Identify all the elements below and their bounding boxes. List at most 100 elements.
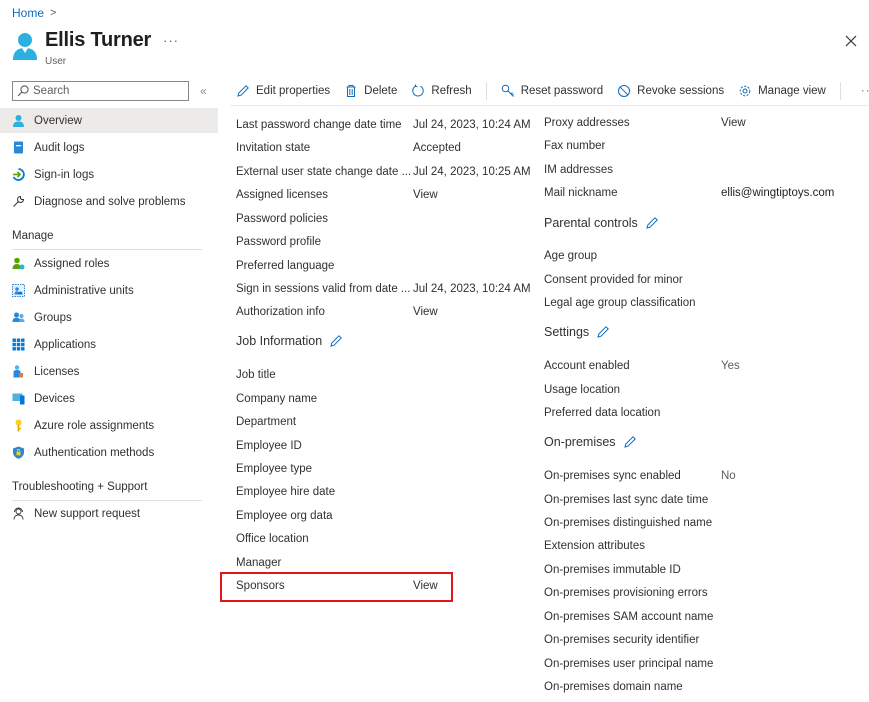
property-row: Mail nickname ellis@wingtiptoys.com: [544, 184, 834, 202]
revoke-sessions-button[interactable]: Revoke sessions: [617, 84, 724, 98]
search-icon: [17, 85, 29, 97]
refresh-button[interactable]: Refresh: [411, 84, 472, 98]
sidebar-item-administrative-units[interactable]: Administrative units: [0, 278, 218, 303]
breadcrumb-home-link[interactable]: Home: [12, 6, 44, 20]
manage-view-button[interactable]: Manage view: [738, 84, 826, 98]
sponsors-highlight-box: [220, 572, 453, 602]
breadcrumb: Home >: [12, 6, 56, 20]
sidebar-item-label: Azure role assignments: [34, 419, 155, 432]
sidebar-item-label: Audit logs: [34, 141, 85, 154]
key-icon: [501, 84, 514, 97]
section-on-premises: On-premises: [544, 435, 637, 449]
property-row: Assigned licenses View: [236, 186, 438, 204]
property-label: Invitation state: [236, 142, 311, 154]
sidebar-search[interactable]: [12, 81, 189, 101]
property-label: Extension attributes: [544, 540, 646, 552]
sidebar-item-groups[interactable]: Groups: [0, 305, 218, 330]
manage-view-label: Manage view: [758, 85, 826, 97]
property-row: Preferred language: [236, 257, 334, 275]
more-options-button[interactable]: ···: [163, 33, 179, 48]
toolbar-divider-line: [230, 105, 869, 106]
edit-pencil-icon[interactable]: [645, 216, 659, 230]
property-label: On-premises immutable ID: [544, 564, 681, 576]
sidebar-item-licenses[interactable]: Licenses: [0, 359, 218, 384]
reset-password-button[interactable]: Reset password: [501, 84, 603, 98]
sidebar-item-applications[interactable]: Applications: [0, 332, 218, 357]
reset-password-label: Reset password: [520, 85, 604, 97]
collapse-sidebar-button[interactable]: «: [200, 84, 207, 98]
sidebar-item-azure-role-assignments[interactable]: Azure role assignments: [0, 413, 218, 438]
sidebar-item-label: Sign-in logs: [34, 168, 95, 181]
sidebar-item-authentication-methods[interactable]: Authentication methods: [0, 440, 218, 465]
property-label: On-premises user principal name: [544, 658, 714, 670]
breadcrumb-chevron-icon: >: [50, 7, 57, 19]
support-person-icon: [13, 507, 24, 520]
sidebar-item-overview[interactable]: Overview: [0, 108, 218, 133]
property-label: On-premises last sync date time: [544, 494, 709, 506]
search-input[interactable]: [33, 85, 173, 97]
sidebar-item-label: Assigned roles: [34, 257, 110, 270]
section-title: Job Information: [236, 334, 323, 348]
sidebar-item-devices[interactable]: Devices: [0, 386, 218, 411]
shield-lock-icon: [13, 446, 24, 459]
property-label: Account enabled: [544, 360, 630, 372]
edit-pencil-icon[interactable]: [329, 334, 343, 348]
property-label: On-premises SAM account name: [544, 611, 714, 623]
key-icon: [15, 419, 22, 432]
property-row: On-premises provisioning errors: [544, 584, 708, 602]
property-row: Invitation state Accepted: [236, 139, 461, 157]
section-parental-controls: Parental controls: [544, 216, 659, 230]
sidebar-item-label: Diagnose and solve problems: [34, 195, 186, 208]
property-row: Authorization info View: [236, 303, 438, 321]
sidebar-item-diagnose[interactable]: Diagnose and solve problems: [0, 189, 218, 214]
toolbar-more-button[interactable]: ···: [861, 85, 869, 97]
property-row: On-premises last sync date time: [544, 491, 708, 509]
sidebar-item-assigned-roles[interactable]: Assigned roles: [0, 251, 218, 276]
property-label: Proxy addresses: [544, 117, 630, 129]
user-icon: [13, 115, 24, 127]
sidebar-item-new-support-request[interactable]: New support request: [0, 501, 218, 526]
delete-button[interactable]: Delete: [344, 84, 397, 98]
property-label: On-premises domain name: [544, 681, 683, 693]
property-value: No: [721, 470, 736, 482]
property-row: Password policies: [236, 210, 328, 228]
audit-log-icon: [14, 141, 23, 154]
devices-icon: [12, 393, 25, 405]
property-row: Department: [236, 413, 296, 431]
property-label: Legal age group classification: [544, 297, 696, 309]
page-title: Ellis Turner: [45, 29, 152, 51]
property-label: Employee type: [236, 463, 313, 475]
property-value: Jul 24, 2023, 10:25 AM: [413, 166, 531, 178]
edit-pencil-icon[interactable]: [623, 435, 637, 449]
property-label: Job title: [236, 369, 276, 381]
property-label: Sign in sessions valid from date ...: [236, 283, 411, 295]
property-row: On-premises immutable ID: [544, 561, 681, 579]
property-row: Extension attributes: [544, 537, 645, 555]
refresh-label: Refresh: [431, 85, 472, 97]
assigned-licenses-view-link[interactable]: View: [413, 189, 438, 201]
sidebar-item-sign-in-logs[interactable]: Sign-in logs: [0, 162, 218, 187]
property-label: Password profile: [236, 236, 322, 248]
sidebar-item-label: Devices: [34, 392, 75, 405]
sidebar-item-label: Administrative units: [34, 284, 134, 297]
property-row: IM addresses: [544, 161, 613, 179]
user-avatar-icon: [13, 33, 37, 60]
sidebar-item-label: Authentication methods: [34, 446, 155, 459]
edit-properties-button[interactable]: Edit properties: [236, 84, 330, 98]
property-value: ellis@wingtiptoys.com: [721, 187, 835, 199]
close-icon[interactable]: [843, 33, 859, 49]
sidebar-item-label: New support request: [34, 507, 141, 520]
authorization-info-view-link[interactable]: View: [413, 306, 438, 318]
sidebar-item-audit-logs[interactable]: Audit logs: [0, 135, 218, 160]
edit-pencil-icon[interactable]: [596, 325, 610, 339]
proxy-addresses-view-link[interactable]: View: [721, 117, 746, 129]
property-row: On-premises sync enabled No: [544, 467, 736, 485]
section-title: Parental controls: [544, 216, 638, 230]
property-label: Usage location: [544, 384, 621, 396]
section-settings: Settings: [544, 325, 610, 339]
property-label: Office location: [236, 533, 309, 545]
property-row: Account enabled Yes: [544, 357, 740, 375]
property-row: Employee org data: [236, 507, 333, 525]
property-value: Jul 24, 2023, 10:24 AM: [413, 283, 531, 295]
applications-grid-icon: [12, 338, 25, 351]
